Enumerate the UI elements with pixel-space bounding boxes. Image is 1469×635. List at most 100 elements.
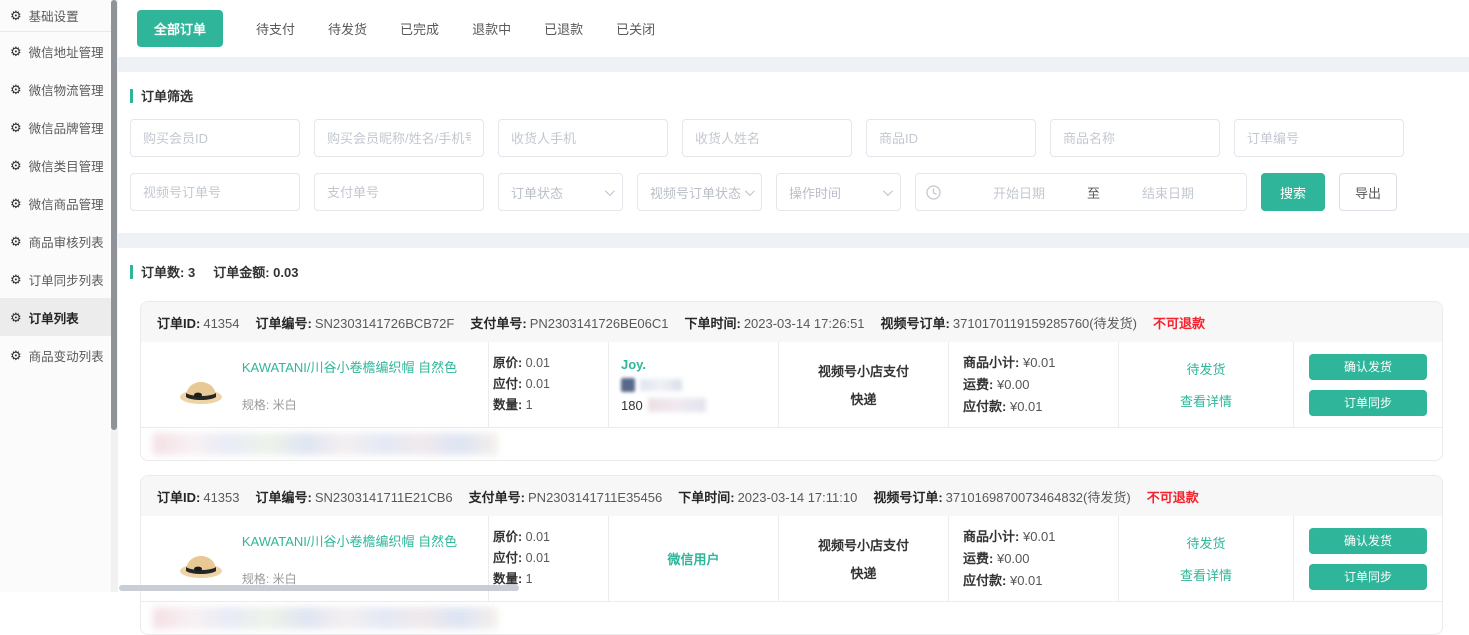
channel-order-label: 视频号订单: bbox=[881, 316, 950, 331]
filter-select[interactable]: 操作时间 bbox=[776, 173, 901, 211]
sidebar-item[interactable]: 订单列表 bbox=[0, 298, 118, 336]
tab[interactable]: 待发货 bbox=[328, 10, 367, 47]
search-button[interactable]: 搜索 bbox=[1261, 173, 1325, 211]
date-range-picker[interactable]: 开始日期 至 结束日期 bbox=[915, 173, 1247, 211]
payment-column: 视频号小店支付 快递 bbox=[779, 516, 949, 601]
tab[interactable]: 退款中 bbox=[472, 10, 511, 47]
status-badge: 待发货 bbox=[1186, 359, 1225, 378]
status-badge: 待发货 bbox=[1186, 533, 1225, 552]
sidebar: 基础设置 微信地址管理 微信物流管理 微信品牌管理 微信类目管理 微信商品管理 … bbox=[0, 0, 118, 592]
original-price-label: 原价: bbox=[493, 530, 522, 544]
sidebar-item-label: 订单同步列表 bbox=[29, 270, 104, 289]
filter-input[interactable] bbox=[314, 173, 484, 211]
delivery-method: 快递 bbox=[850, 563, 876, 582]
select-placeholder: 订单状态 bbox=[511, 183, 563, 202]
customer-phone: 180 bbox=[621, 398, 778, 413]
order-time-label: 下单时间: bbox=[684, 316, 740, 331]
tab-label: 待支付 bbox=[256, 22, 295, 37]
sidebar-item[interactable]: 微信商品管理 bbox=[0, 184, 118, 222]
filter-input[interactable] bbox=[314, 119, 484, 157]
sidebar-item-label: 商品审核列表 bbox=[29, 232, 104, 251]
order-filter-section: 订单筛选 bbox=[118, 72, 1469, 233]
select-placeholder: 视频号订单状态 bbox=[650, 183, 741, 202]
filter-input[interactable] bbox=[682, 119, 852, 157]
shipping-label: 运费: bbox=[963, 551, 993, 566]
amount-payable-value: ¥0.01 bbox=[1010, 573, 1043, 588]
clock-icon bbox=[926, 185, 941, 200]
filter-row-2: 订单状态 视频号订单状态 操作时间 bbox=[130, 173, 1453, 211]
sidebar-scrollbar-thumb[interactable] bbox=[111, 0, 117, 430]
amounts-column: 商品小计: ¥0.01 运费: ¥0.00 应付款: ¥0.01 bbox=[949, 516, 1119, 601]
sidebar-item[interactable]: 微信物流管理 bbox=[0, 70, 118, 108]
confirm-ship-button[interactable]: 确认发货 bbox=[1309, 354, 1427, 380]
tab[interactable]: 待支付 bbox=[256, 10, 295, 47]
horizontal-scrollbar-thumb[interactable] bbox=[119, 585, 519, 591]
filter-input[interactable] bbox=[130, 173, 300, 211]
delivery-method: 快递 bbox=[850, 389, 876, 408]
date-end-placeholder[interactable]: 结束日期 bbox=[1100, 183, 1236, 202]
payable-price-label: 应付: bbox=[493, 551, 522, 565]
order-time-value: 2023-03-14 17:11:10 bbox=[738, 490, 858, 505]
filter-input[interactable] bbox=[130, 119, 300, 157]
sidebar-item[interactable]: 微信品牌管理 bbox=[0, 108, 118, 146]
sidebar-item[interactable]: 商品变动列表 bbox=[0, 336, 118, 374]
product-column: KAWATANI/川谷小卷檐编织帽 自然色 规格: 米白 bbox=[141, 342, 489, 427]
order-list-section: 订单数: 3 订单金额: 0.03 订单ID:41354 订单编号:SN2303… bbox=[118, 248, 1469, 635]
quantity-label: 数量: bbox=[493, 572, 522, 586]
sidebar-item[interactable]: 订单同步列表 bbox=[0, 260, 118, 298]
filter-select[interactable]: 视频号订单状态 bbox=[637, 173, 762, 211]
order-sync-button[interactable]: 订单同步 bbox=[1309, 390, 1427, 416]
redacted-address bbox=[153, 433, 498, 455]
filter-input[interactable] bbox=[866, 119, 1036, 157]
tab[interactable]: 全部订单 bbox=[137, 10, 223, 47]
order-body: KAWATANI/川谷小卷檐编织帽 自然色 规格: 米白 原价: 0.01 应付… bbox=[141, 342, 1442, 427]
tab[interactable]: 已退款 bbox=[544, 10, 583, 47]
view-detail-link[interactable]: 查看详情 bbox=[1180, 565, 1232, 584]
title-accent-bar bbox=[130, 89, 133, 103]
date-separator: 至 bbox=[1087, 183, 1100, 202]
redacted-address bbox=[153, 607, 498, 629]
sidebar-item-label: 微信物流管理 bbox=[29, 80, 104, 99]
filter-input[interactable] bbox=[1234, 119, 1404, 157]
redacted-text bbox=[648, 398, 706, 412]
redacted-text bbox=[640, 379, 682, 391]
order-sn-label: 订单编号: bbox=[256, 490, 312, 505]
filter-select[interactable]: 订单状态 bbox=[498, 173, 623, 211]
tab[interactable]: 已完成 bbox=[400, 10, 439, 47]
order-sn-value: SN2303141726BCB72F bbox=[315, 316, 455, 331]
filter-input[interactable] bbox=[498, 119, 668, 157]
filter-input[interactable] bbox=[1050, 119, 1220, 157]
sidebar-item-label: 微信类目管理 bbox=[29, 156, 104, 175]
date-start-placeholder[interactable]: 开始日期 bbox=[951, 183, 1087, 202]
straw-hat-image bbox=[178, 364, 224, 406]
view-detail-link[interactable]: 查看详情 bbox=[1180, 391, 1232, 410]
order-sn-value: SN2303141711E21CB6 bbox=[315, 490, 453, 505]
status-column: 待发货 查看详情 bbox=[1119, 516, 1294, 601]
orders-amount: 订单金额: 0.03 bbox=[213, 262, 298, 281]
sidebar-item[interactable]: 基础设置 bbox=[0, 0, 118, 32]
shipping-value: ¥0.00 bbox=[997, 377, 1030, 392]
confirm-ship-button[interactable]: 确认发货 bbox=[1309, 528, 1427, 554]
tab[interactable]: 已关闭 bbox=[616, 10, 655, 47]
sidebar-item[interactable]: 微信类目管理 bbox=[0, 146, 118, 184]
order-sync-button[interactable]: 订单同步 bbox=[1309, 564, 1427, 590]
sidebar-item[interactable]: 商品审核列表 bbox=[0, 222, 118, 260]
pay-sn-label: 支付单号: bbox=[469, 490, 525, 505]
product-name-link[interactable]: KAWATANI/川谷小卷檐编织帽 自然色 bbox=[242, 531, 457, 550]
actions-column: 确认发货 订单同步 bbox=[1294, 342, 1442, 427]
order-status-tabs: 全部订单 待支付 待发货 已完成 退款中 已退款 已关闭 bbox=[118, 0, 1469, 57]
customer-column: Joy. 180 bbox=[609, 342, 779, 427]
customer-column: 微信用户 bbox=[609, 516, 779, 601]
tab-label: 已关闭 bbox=[616, 22, 655, 37]
quantity-label: 数量: bbox=[493, 398, 522, 412]
section-divider bbox=[118, 233, 1469, 248]
status-column: 待发货 查看详情 bbox=[1119, 342, 1294, 427]
order-time-value: 2023-03-14 17:26:51 bbox=[744, 316, 865, 331]
sidebar-item[interactable]: 微信地址管理 bbox=[0, 32, 118, 70]
payable-price-value: 0.01 bbox=[526, 377, 550, 391]
filter-row-1 bbox=[130, 119, 1453, 157]
original-price-value: 0.01 bbox=[526, 356, 550, 370]
gear-icon bbox=[10, 121, 22, 134]
product-name-link[interactable]: KAWATANI/川谷小卷檐编织帽 自然色 bbox=[242, 357, 457, 376]
export-button[interactable]: 导出 bbox=[1339, 173, 1397, 211]
